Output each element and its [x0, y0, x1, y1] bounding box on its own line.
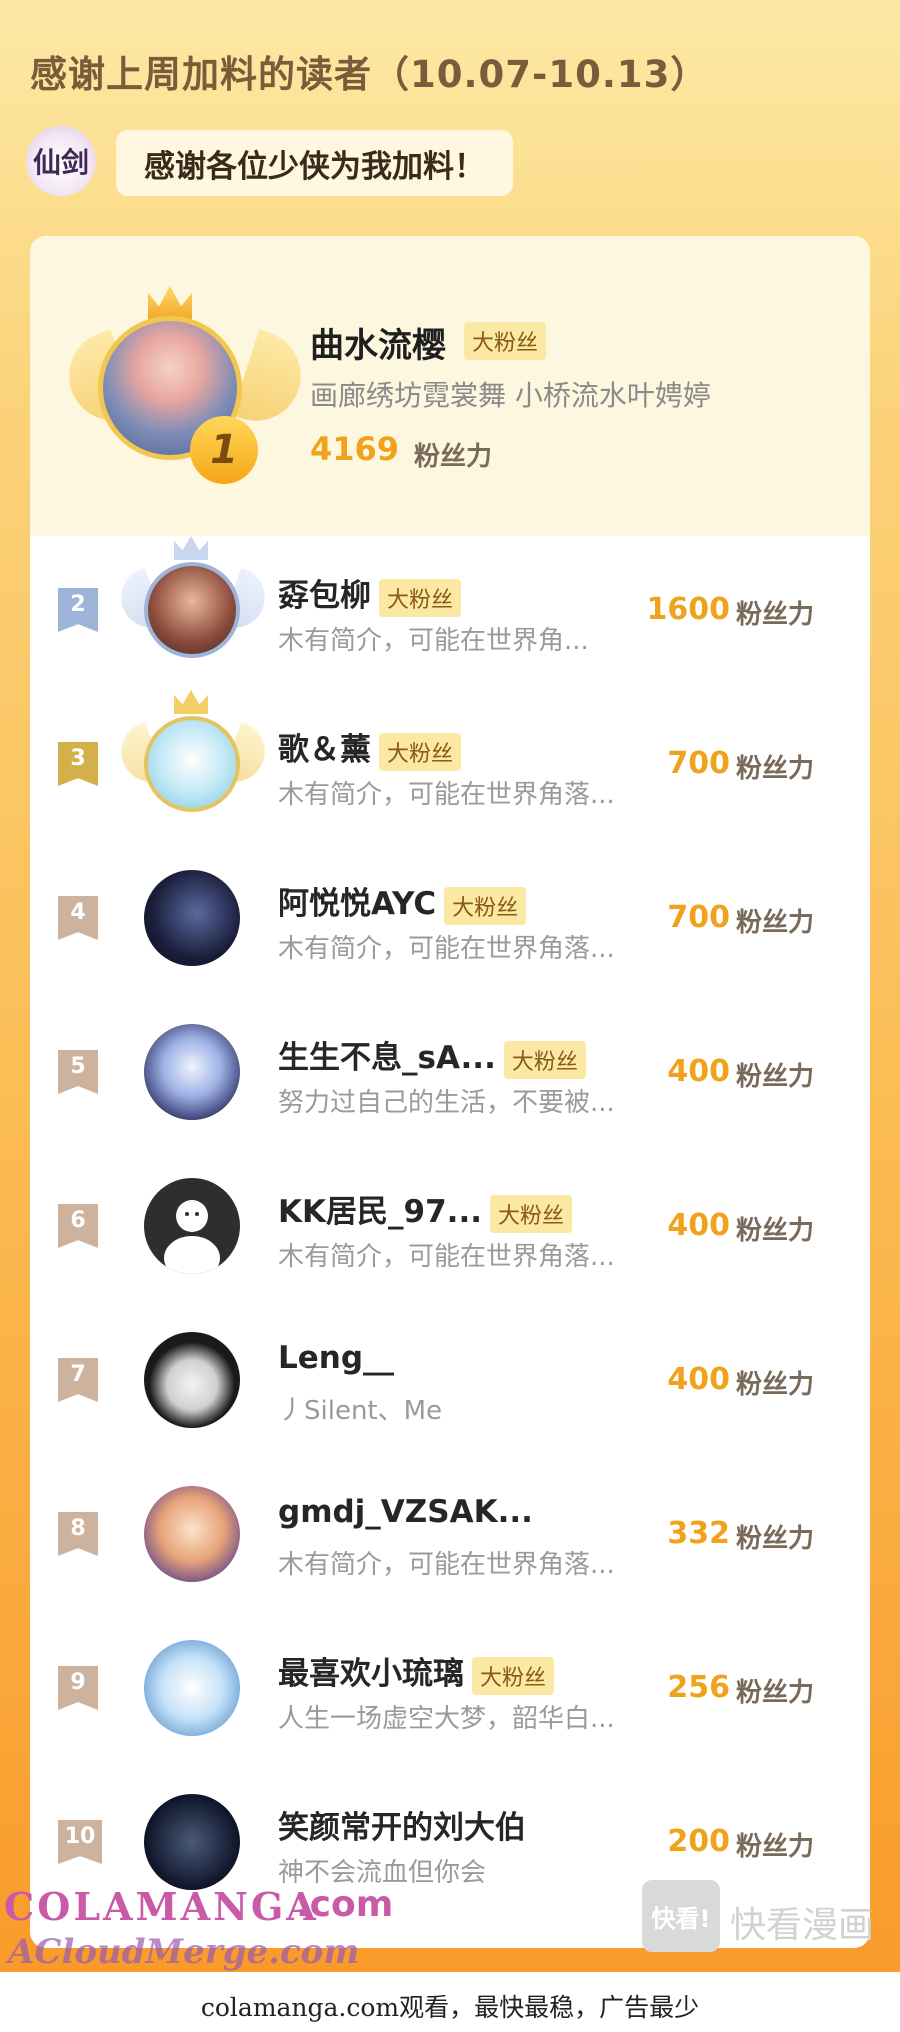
kuaikan-logo-icon: 快看!: [642, 1880, 720, 1952]
avatar[interactable]: [144, 1640, 240, 1736]
fan-tag: 大粉丝: [444, 886, 527, 925]
list-item[interactable]: 8 gmdj_VZSAK... 木有简介，可能在世界角落... 332 粉丝力: [30, 1456, 870, 1610]
fan-power-label: 粉丝力: [736, 1062, 815, 1092]
fan-power-label: 粉丝力: [414, 442, 493, 472]
user-bio: 木有简介，可能在世界角落...: [278, 1242, 615, 1272]
rank-badge: 1: [190, 416, 258, 484]
user-bio: 木有简介，可能在世界角落...: [278, 934, 615, 964]
fan-power-score: 700: [667, 746, 730, 781]
fan-power-label: 粉丝力: [736, 1216, 815, 1246]
rank-flag: 4: [58, 896, 98, 940]
user-name[interactable]: 歌＆薰 大粉丝: [278, 724, 462, 771]
rank-flag: 10: [58, 1820, 102, 1864]
list-item[interactable]: 5 生生不息_sA... 大粉丝 努力过自己的生活，不要被... 400 粉丝力: [30, 994, 870, 1148]
fan-tag: 大粉丝: [464, 322, 547, 360]
crown-icon: [174, 536, 208, 560]
watermark-kuaikan: 快看漫画: [730, 1905, 875, 1946]
fan-power-score: 256: [667, 1670, 730, 1705]
fan-power-label: 粉丝力: [736, 908, 815, 938]
list-item[interactable]: 9 最喜欢小琉璃 大粉丝 人生一场虚空大梦，韶华白... 256 粉丝力: [30, 1610, 870, 1764]
user-name[interactable]: 生生不息_sA... 大粉丝: [278, 1032, 586, 1079]
thanks-bubble: 感谢各位少侠为我加料！: [116, 130, 513, 196]
rank-flag: 8: [58, 1512, 98, 1556]
fan-tag: 大粉丝: [472, 1656, 555, 1695]
avatar[interactable]: [144, 870, 240, 966]
fan-tag: 大粉丝: [379, 578, 462, 617]
avatar[interactable]: [144, 1794, 240, 1890]
fan-tag: 大粉丝: [490, 1194, 573, 1233]
fan-power-score: 4169: [310, 430, 400, 468]
user-name[interactable]: KK居民_97... 大粉丝: [278, 1186, 573, 1233]
fan-power-label: 粉丝力: [736, 1370, 815, 1400]
watermark-acloudmerge: ACloudMerge.com: [8, 1932, 360, 1972]
user-bio: 木有简介，可能在世界角落...: [278, 780, 615, 810]
rank-flag: 2: [58, 588, 98, 632]
footer-text: colamanga.com观看，最快最稳，广告最少: [200, 1993, 700, 2022]
fan-power-score: 332: [667, 1516, 730, 1551]
user-bio: 木有简介，可能在世界角落...: [278, 1550, 615, 1580]
user-name[interactable]: 笑颜常开的刘大伯: [278, 1802, 526, 1847]
user-name-text: 最喜欢小琉璃: [278, 1656, 464, 1692]
list-item[interactable]: 7 Leng__ 丿Silent、Me 400 粉丝力: [30, 1302, 870, 1456]
user-name[interactable]: gmdj_VZSAK...: [278, 1494, 533, 1530]
fan-power-score: 400: [667, 1208, 730, 1243]
page-title: 感谢上周加料的读者（10.07-10.13）: [30, 53, 709, 96]
rank-flag: 5: [58, 1050, 98, 1094]
crown-icon: [174, 690, 208, 714]
user-name-text: 生生不息_sA...: [278, 1040, 496, 1076]
first-place-panel[interactable]: 1 曲水流樱 大粉丝 画廊绣坊霓裳舞 小桥流水叶娉婷 4169 粉丝力: [30, 236, 870, 536]
default-avatar-icon: [164, 1200, 220, 1274]
avatar[interactable]: [144, 1024, 240, 1120]
fan-power-label: 粉丝力: [736, 1832, 815, 1862]
user-name-text: 阿悦悦AYC: [278, 886, 437, 922]
fan-power-score: 1600: [646, 592, 731, 627]
user-name[interactable]: 阿悦悦AYC 大粉丝: [278, 878, 527, 925]
avatar[interactable]: [144, 562, 240, 658]
rank-flag: 3: [58, 742, 98, 786]
list-item[interactable]: 6 KK居民_97... 大粉丝 木有简介，可能在世界角落... 400 粉丝力: [30, 1148, 870, 1302]
fan-tag: 大粉丝: [379, 732, 462, 771]
avatar[interactable]: [144, 1486, 240, 1582]
user-name-text: KK居民_97...: [278, 1194, 483, 1230]
list-item[interactable]: 2 孬包柳 大粉丝 木有简介，可能在世界角... 1600 粉丝力: [30, 532, 870, 686]
avatar[interactable]: [144, 1332, 240, 1428]
user-name[interactable]: Leng__: [278, 1340, 394, 1376]
fan-power-score: 700: [667, 900, 730, 935]
leaderboard-card: 1 曲水流樱 大粉丝 画廊绣坊霓裳舞 小桥流水叶娉婷 4169 粉丝力 2 孬包…: [30, 236, 870, 1948]
rank-flag: 6: [58, 1204, 98, 1248]
right-wing-icon: [231, 329, 313, 433]
user-bio: 努力过自己的生活，不要被...: [278, 1088, 615, 1118]
rank-flag: 7: [58, 1358, 98, 1402]
fan-tag: 大粉丝: [503, 1040, 586, 1079]
fan-power-score: 200: [667, 1824, 730, 1859]
list-item[interactable]: 4 阿悦悦AYC 大粉丝 木有简介，可能在世界角落... 700 粉丝力: [30, 840, 870, 994]
user-name-text: 歌＆薰: [278, 732, 371, 768]
sponsor-logo-text: 仙剑: [32, 146, 89, 179]
crown-icon: [148, 286, 192, 320]
fan-power-label: 粉丝力: [736, 1678, 815, 1708]
fan-power-score: 400: [667, 1054, 730, 1089]
watermark-com: .com: [296, 1884, 394, 1925]
user-bio: 画廊绣坊霓裳舞 小桥流水叶娉婷: [310, 379, 711, 412]
thanks-text: 感谢各位少侠为我加料！: [144, 148, 485, 185]
list-item[interactable]: 3 歌＆薰 大粉丝 木有简介，可能在世界角落... 700 粉丝力: [30, 686, 870, 840]
fan-power-label: 粉丝力: [736, 754, 815, 784]
user-name[interactable]: 最喜欢小琉璃 大粉丝: [278, 1648, 555, 1695]
rank-flag: 9: [58, 1666, 98, 1710]
fan-power-label: 粉丝力: [736, 1524, 815, 1554]
user-name[interactable]: 曲水流樱: [310, 318, 446, 367]
sponsor-logo: 仙剑: [26, 126, 96, 196]
watermark-colamanga: COLAMANGA: [4, 1884, 319, 1929]
avatar[interactable]: [144, 716, 240, 812]
user-bio: 人生一场虚空大梦，韶华白...: [278, 1704, 615, 1734]
avatar[interactable]: [144, 1178, 240, 1274]
fan-power-score: 400: [667, 1362, 730, 1397]
user-name-text: 孬包柳: [278, 578, 371, 614]
user-bio: 丿Silent、Me: [278, 1396, 443, 1426]
fan-power-label: 粉丝力: [736, 600, 815, 630]
user-name[interactable]: 孬包柳 大粉丝: [278, 570, 462, 617]
user-bio: 木有简介，可能在世界角...: [278, 626, 589, 656]
